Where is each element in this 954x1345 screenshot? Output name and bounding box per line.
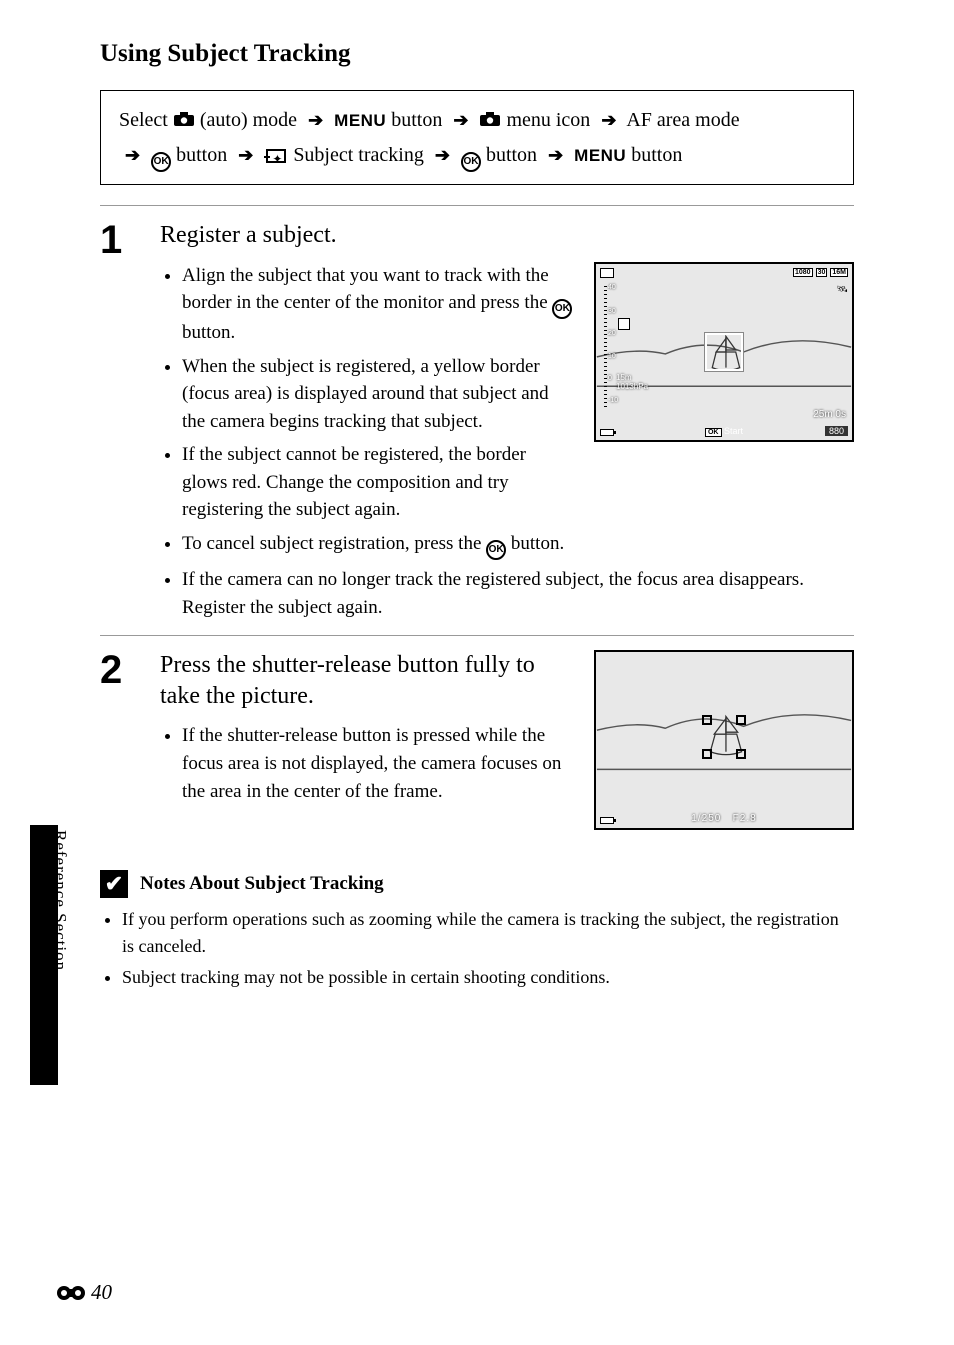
top-right-badges: 1080 30 16M	[793, 268, 848, 277]
nav-text: menu icon	[506, 109, 590, 131]
step-2: 2 Press the shutter-release button fully…	[100, 650, 854, 830]
ok-button-icon: OK	[151, 152, 171, 172]
arrow-icon: ➔	[125, 140, 140, 171]
list-item: If the camera can no longer track the re…	[182, 566, 854, 621]
camera-icon	[479, 104, 501, 138]
notes-section: ✔ Notes About Subject Tracking If you pe…	[100, 870, 854, 991]
subject-tracking-icon	[266, 149, 286, 163]
battery-icon	[600, 817, 614, 824]
step-1: 1 Register a subject. Align the subject …	[100, 220, 854, 627]
reference-link-icon	[55, 1284, 89, 1302]
ok-button-icon: OK	[552, 299, 572, 319]
ok-button-icon: OK	[461, 152, 481, 172]
fps-badge: 30	[816, 268, 828, 277]
step-number: 1	[100, 220, 130, 627]
focus-brackets	[702, 715, 746, 759]
step-1-bullets: Align the subject that you want to track…	[160, 262, 574, 524]
step-title: Register a subject.	[160, 220, 854, 251]
ok-start-label: OK Start	[705, 426, 743, 436]
altitude-pressure-text: 15m 1013hPa	[616, 374, 648, 392]
list-item: If the shutter-release button is pressed…	[182, 722, 574, 805]
notes-heading: Notes About Subject Tracking	[140, 873, 384, 895]
gps-icon: 🛰	[837, 284, 848, 295]
mp-badge: 16M	[830, 268, 848, 277]
page-footer: 40	[55, 1280, 112, 1305]
ok-button-icon: OK	[486, 540, 506, 560]
nav-text: button	[176, 144, 227, 166]
nav-text: button	[486, 144, 537, 166]
nav-text: AF area mode	[626, 109, 739, 131]
nav-text: (auto) mode	[200, 109, 297, 131]
exposure-readout: 1/250 F2.8	[691, 813, 756, 824]
step-2-bullets: If the shutter-release button is pressed…	[160, 722, 574, 805]
step-number: 2	[100, 650, 130, 830]
step-1-bullets-cont: To cancel subject registration, press th…	[160, 530, 854, 621]
menu-button-label: MENU	[334, 111, 386, 130]
arrow-icon: ➔	[238, 140, 253, 171]
arrow-icon: ➔	[308, 105, 323, 136]
list-item: To cancel subject registration, press th…	[182, 530, 854, 560]
side-tab-label: Reference Section	[50, 830, 70, 971]
nav-text: button	[631, 144, 682, 166]
divider	[100, 205, 854, 206]
step-title: Press the shutter-release button fully t…	[160, 650, 574, 712]
list-item: Align the subject that you want to track…	[182, 262, 574, 347]
battery-icon	[600, 429, 614, 436]
list-item: Subject tracking may not be possible in …	[122, 964, 854, 991]
list-item: If you perform operations such as zoomin…	[122, 906, 854, 960]
list-item: When the subject is registered, a yellow…	[182, 353, 574, 436]
monitor-illustration-2: 1/250 F2.8	[594, 650, 854, 830]
caution-check-icon: ✔	[100, 870, 128, 898]
compass-icon	[618, 318, 630, 330]
list-item: If the subject cannot be registered, the…	[182, 441, 574, 524]
monitor-illustration-1: 1080 30 16M 🛰 40 30 20 10 0 -10	[594, 262, 854, 442]
time-remaining: 25m 0s	[813, 409, 846, 420]
arrow-icon: ➔	[435, 140, 450, 171]
page-number: 40	[91, 1280, 112, 1305]
altitude-gauge: 40 30 20 10 0 -10	[600, 286, 614, 410]
menu-button-label: MENU	[574, 146, 626, 165]
focus-frame	[705, 333, 743, 371]
nav-text: Select	[119, 109, 168, 131]
arrow-icon: ➔	[453, 105, 468, 136]
video-badge: 1080	[793, 268, 813, 277]
camera-mode-icon	[600, 268, 614, 278]
divider	[100, 635, 854, 636]
arrow-icon: ➔	[601, 105, 616, 136]
camera-icon	[173, 104, 195, 138]
navigation-path-box: Select (auto) mode ➔ MENU button ➔ menu …	[100, 90, 854, 185]
arrow-icon: ➔	[548, 140, 563, 171]
page-title: Using Subject Tracking	[100, 40, 854, 68]
nav-text: button	[391, 109, 442, 131]
shots-remaining: 880	[825, 426, 848, 436]
notes-bullets: If you perform operations such as zoomin…	[100, 906, 854, 991]
nav-text: Subject tracking	[293, 144, 424, 166]
page-content: Using Subject Tracking Select (auto) mod…	[0, 0, 954, 1035]
